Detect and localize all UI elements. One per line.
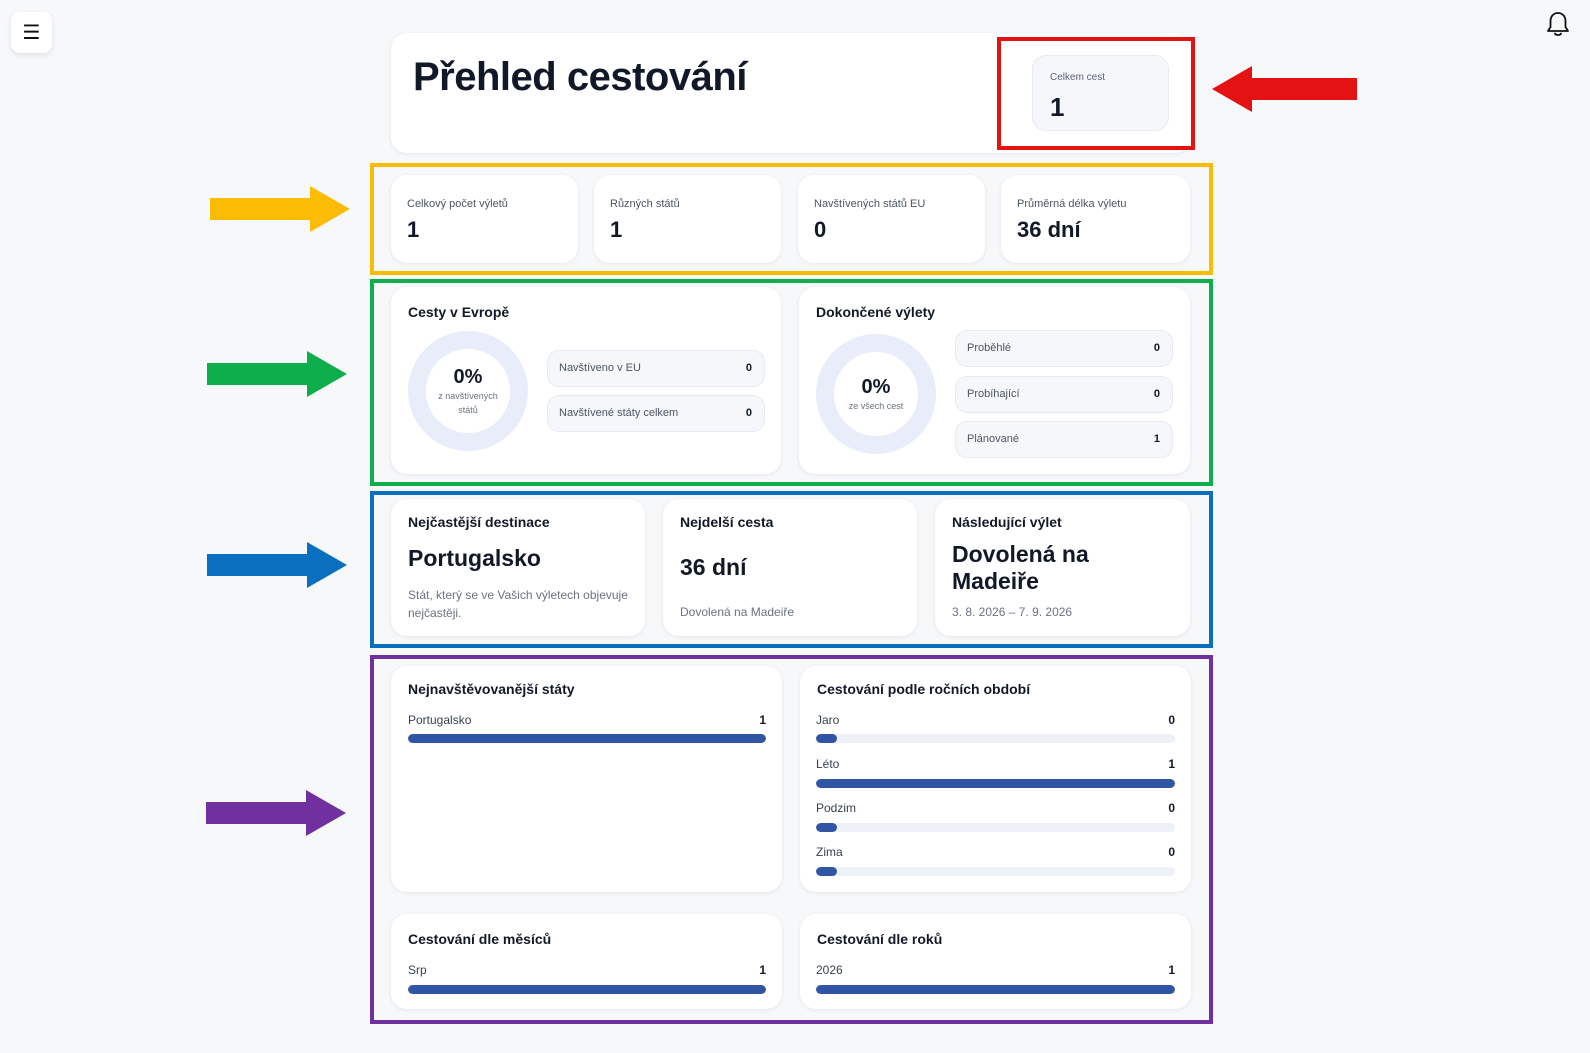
notification-bell-icon[interactable] <box>1545 10 1571 38</box>
menu-icon: ☰ <box>22 22 41 44</box>
purple-arrow-icon <box>206 790 346 836</box>
blue-highlight-box <box>370 491 1213 648</box>
purple-highlight-box <box>370 655 1213 1024</box>
blue-arrow-icon <box>207 542 347 588</box>
yellow-highlight-box <box>370 163 1213 275</box>
green-arrow-icon <box>207 351 347 397</box>
menu-button[interactable]: ☰ <box>11 12 52 53</box>
red-highlight-box <box>997 37 1195 150</box>
page-title: Přehled cestování <box>413 55 747 99</box>
red-arrow-icon <box>1212 66 1357 112</box>
yellow-arrow-icon <box>210 186 350 232</box>
green-highlight-box <box>370 279 1213 486</box>
